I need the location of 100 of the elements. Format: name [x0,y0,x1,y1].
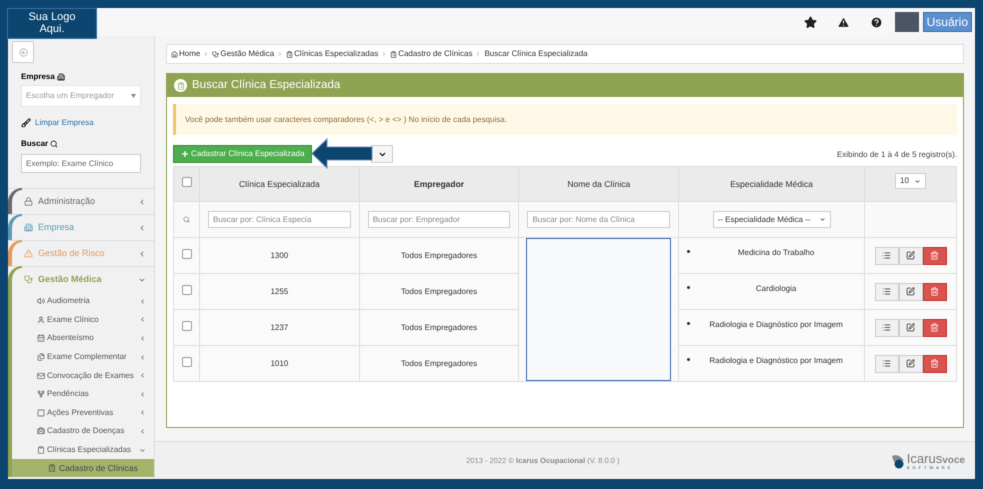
breadcrumb-link[interactable]: Clínicas Especializadas [286,48,378,60]
delete-button[interactable] [922,318,946,336]
menu-icon [24,197,33,206]
bullet-icon [687,322,690,325]
dropdown-toggle[interactable] [371,145,394,163]
chevron-right-icon [203,51,210,57]
checkbox[interactable] [182,248,192,258]
breadcrumb-link[interactable]: Gestão Médica [212,48,274,60]
arrow-drawing [311,138,373,169]
help-icon[interactable] [870,16,883,28]
column-header: Empregador [359,166,519,202]
building-icon [56,73,65,81]
edit-icon [906,359,915,368]
breadcrumb-link[interactable]: Cadastro de Clínicas [390,48,472,60]
table-cell-text: Cardiologia [754,283,798,295]
search-icon [183,216,190,223]
menu-accent [8,214,22,240]
table-cell-text: Radiologia e Diagnóstico por Imagem [708,319,844,331]
checkbox[interactable] [182,177,192,187]
chevron-down-icon [139,446,146,454]
details-button[interactable] [874,318,898,336]
column-header: Clínica Especializada [200,166,360,202]
menu-icon [37,334,45,342]
trash-icon [930,287,939,296]
chevron-left-icon [139,372,146,380]
column-header: Nome da Clínica [518,166,679,202]
filter-field[interactable]: Buscar por: Nome da Clínica [527,211,670,228]
checkbox[interactable] [182,320,192,330]
search-label: Buscar [21,138,48,150]
checkbox[interactable] [182,356,192,366]
chevron-left-icon [138,224,146,232]
specialty-select[interactable]: -- Especialidade Médica -- [712,211,831,228]
edit-icon [906,287,915,296]
delete-button[interactable] [922,354,946,372]
table-cell-text: Radiologia e Diagnóstico por Imagem [708,355,844,367]
filter-field[interactable]: Buscar por: Clínica Especia [208,211,351,228]
menu-icon [24,249,33,258]
menu-icon [24,275,33,284]
menu-section[interactable]: Administração [8,188,154,214]
edit-button[interactable] [898,282,922,300]
avatar-photo-placeholder [894,12,919,32]
search-field[interactable]: Exemplo: Exame Clínico [21,154,141,173]
clear-company-link[interactable]: Limpar Empresa [35,117,94,129]
edit-button[interactable] [898,246,922,264]
chevron-left-icon [139,390,146,398]
details-button[interactable] [874,282,898,300]
bullet-icon [687,286,690,289]
menu-icon [37,408,45,417]
chevron-down-icon [914,178,921,184]
menu-icon [37,390,45,398]
menu-icon [37,372,45,380]
details-button[interactable] [874,246,898,264]
details-button[interactable] [874,354,898,372]
column-header: Especialidade Médica [678,166,864,202]
menu-icon [37,297,45,306]
list-icon [882,323,891,332]
trash-icon [930,323,939,332]
breadcrumb-link[interactable]: Buscar Clínica Especializada [484,48,588,60]
star-icon[interactable] [804,16,817,28]
record-count: Exibindo de 1 à 4 de 5 registro(s). [836,149,957,161]
home-icon [171,50,178,58]
chevron-left-icon [139,334,146,342]
chevron-left-icon [139,409,146,416]
search-icon [50,140,58,148]
chevron-left-icon [138,250,146,258]
chevron-right-icon [277,51,284,57]
table-cell-text: Medicina do Trabalho [736,247,816,259]
list-icon [882,251,891,260]
chevron-left-icon [138,198,146,206]
caret-icon [131,94,136,98]
clipboard-icon [286,50,294,58]
logo-text: Sua Logo Aqui. [27,11,77,37]
trash-icon [930,359,939,368]
table-cell: 1010 [200,346,360,382]
list-icon [882,359,891,368]
menu-accent [8,188,22,214]
page-size-select[interactable]: 10 [895,173,926,189]
delete-button[interactable] [922,246,946,264]
warning-icon[interactable] [836,16,850,28]
breadcrumb-link[interactable]: Home [171,48,200,60]
edit-button[interactable] [898,354,922,372]
trash-icon [930,251,939,260]
menu-icon [24,223,33,232]
chevron-left-icon [139,428,146,435]
edit-icon [906,251,915,260]
chevron-right-icon [475,51,482,57]
edit-button[interactable] [898,318,922,336]
filter-field[interactable]: Buscar por: Empregador [368,211,510,228]
checkbox[interactable] [182,284,192,294]
empresa-label: Empresa [21,71,55,83]
info-alert: Você pode também usar caracteres comparadores (<, > e <> ) No início de cada pesquisa. [173,104,957,135]
chevron-right-icon [381,51,388,57]
logo-wordmark: Icarusvoce [906,452,965,466]
chevron-left-icon [139,354,146,361]
edit-icon [906,323,915,332]
logo-icon [890,452,905,468]
back-icon [18,48,28,56]
menu-icon [37,446,45,454]
chevron-left-icon [139,298,146,305]
delete-button[interactable] [922,282,946,300]
